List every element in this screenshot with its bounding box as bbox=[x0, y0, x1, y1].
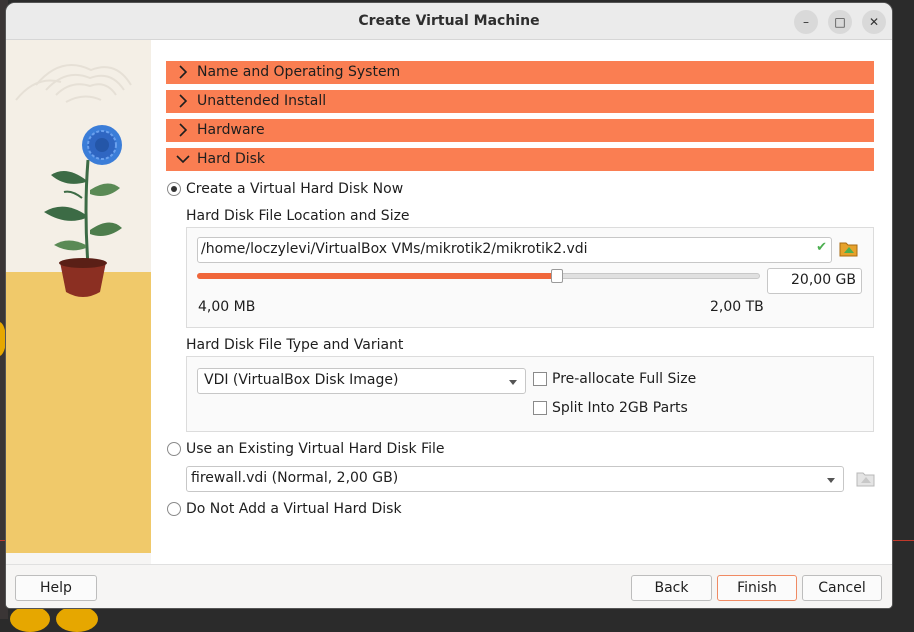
close-button[interactable]: ✕ bbox=[862, 10, 886, 34]
create-disk-radio[interactable] bbox=[167, 182, 181, 196]
location-size-group: /home/loczylevi/VirtualBox VMs/mikrotik2… bbox=[186, 227, 874, 328]
preallocate-checkbox[interactable] bbox=[533, 372, 547, 386]
maximize-button[interactable]: □ bbox=[828, 10, 852, 34]
preallocate-label[interactable]: Pre-allocate Full Size bbox=[552, 371, 696, 387]
chevron-right-icon bbox=[179, 65, 188, 79]
title-bar[interactable]: Create Virtual Machine – □ ✕ bbox=[6, 3, 892, 40]
flower-pot-illustration bbox=[15, 64, 132, 297]
location-size-heading: Hard Disk File Location and Size bbox=[186, 208, 410, 224]
section-name-os-label: Name and Operating System bbox=[197, 64, 401, 80]
disk-type-value: VDI (VirtualBox Disk Image) bbox=[204, 372, 399, 388]
max-size-label: 2,00 TB bbox=[710, 299, 764, 315]
type-variant-heading: Hard Disk File Type and Variant bbox=[186, 337, 404, 353]
disk-type-select[interactable]: VDI (VirtualBox Disk Image) bbox=[197, 368, 526, 394]
no-disk-label[interactable]: Do Not Add a Virtual Hard Disk bbox=[186, 501, 402, 517]
section-unattended-label: Unattended Install bbox=[197, 93, 327, 109]
finish-button[interactable]: Finish bbox=[717, 575, 797, 601]
desktop-decoration bbox=[10, 606, 50, 632]
desktop-decoration bbox=[56, 606, 98, 632]
create-disk-label[interactable]: Create a Virtual Hard Disk Now bbox=[186, 181, 403, 197]
no-disk-radio[interactable] bbox=[167, 502, 181, 516]
file-path-input[interactable]: /home/loczylevi/VirtualBox VMs/mikrotik2… bbox=[197, 237, 832, 263]
file-path-value: /home/loczylevi/VirtualBox VMs/mikrotik2… bbox=[201, 241, 588, 257]
existing-disk-value: firewall.vdi (Normal, 2,00 GB) bbox=[191, 470, 399, 486]
slider-handle[interactable] bbox=[551, 269, 563, 283]
slider-fill bbox=[197, 273, 556, 279]
section-hard-disk-label: Hard Disk bbox=[197, 151, 266, 167]
wizard-illustration bbox=[6, 40, 151, 553]
create-vm-dialog: Create Virtual Machine – □ ✕ Name and Op… bbox=[6, 3, 892, 608]
section-unattended[interactable]: Unattended Install bbox=[166, 90, 874, 113]
split-label[interactable]: Split Into 2GB Parts bbox=[552, 400, 688, 416]
type-variant-group: VDI (VirtualBox Disk Image) Pre-allocate… bbox=[186, 356, 874, 432]
dropdown-arrow-icon bbox=[509, 380, 517, 385]
close-icon: ✕ bbox=[868, 15, 880, 29]
chevron-right-icon bbox=[179, 94, 188, 108]
split-checkbox[interactable] bbox=[533, 401, 547, 415]
cancel-button[interactable]: Cancel bbox=[802, 575, 882, 601]
size-input[interactable]: 20,00 GB bbox=[767, 268, 862, 294]
existing-disk-radio[interactable] bbox=[167, 442, 181, 456]
chevron-down-icon bbox=[176, 155, 190, 164]
back-button[interactable]: Back bbox=[631, 575, 712, 601]
section-hard-disk[interactable]: Hard Disk bbox=[166, 148, 874, 171]
min-size-label: 4,00 MB bbox=[198, 299, 256, 315]
chevron-right-icon bbox=[179, 123, 188, 137]
valid-check-icon: ✔ bbox=[816, 240, 827, 255]
window-title: Create Virtual Machine bbox=[358, 13, 540, 29]
section-hardware-label: Hardware bbox=[197, 122, 265, 138]
existing-disk-select[interactable]: firewall.vdi (Normal, 2,00 GB) bbox=[186, 466, 844, 492]
button-bar: Help Back Finish Cancel bbox=[6, 564, 892, 608]
dropdown-arrow-icon bbox=[827, 478, 835, 483]
wizard-content: Name and Operating System Unattended Ins… bbox=[151, 40, 892, 564]
maximize-icon: □ bbox=[834, 15, 846, 29]
section-hardware[interactable]: Hardware bbox=[166, 119, 874, 142]
size-value: 20,00 GB bbox=[791, 272, 856, 288]
folder-browse-disabled-icon[interactable] bbox=[856, 469, 876, 487]
size-slider[interactable] bbox=[197, 269, 760, 283]
minimize-button[interactable]: – bbox=[794, 10, 818, 34]
existing-disk-label[interactable]: Use an Existing Virtual Hard Disk File bbox=[186, 441, 445, 457]
help-button[interactable]: Help bbox=[15, 575, 97, 601]
folder-browse-icon[interactable] bbox=[839, 239, 859, 257]
section-name-os[interactable]: Name and Operating System bbox=[166, 61, 874, 84]
minimize-icon: – bbox=[803, 15, 809, 29]
